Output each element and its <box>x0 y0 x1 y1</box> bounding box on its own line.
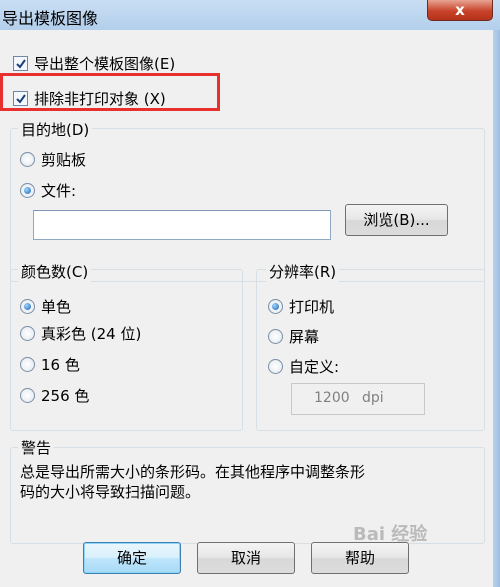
color-option-label: 单色 <box>41 298 72 316</box>
radio-circle[interactable] <box>268 359 283 374</box>
watermark-logo: Bai 经验 <box>353 524 428 545</box>
exclude-nonprint-checkbox[interactable]: 排除非打印对象 (X) <box>13 88 166 109</box>
dpi-field[interactable]: 1200 dpi <box>291 383 425 415</box>
checkbox-box[interactable] <box>13 56 28 71</box>
window-frame <box>493 30 500 587</box>
clipboard-label: 剪贴板 <box>41 151 87 169</box>
resolution-legend: 分辨率(R) <box>266 261 340 282</box>
resolution-option-custom[interactable]: 自定义: <box>268 356 339 377</box>
warning-line: 总是导出所需大小的条形码。在其他程序中调整条形 <box>20 463 366 481</box>
radio-circle[interactable] <box>268 329 283 344</box>
window-title: 导出模板图像 <box>2 9 99 28</box>
resolution-option-label: 屏幕 <box>289 328 320 346</box>
file-label: 文件: <box>41 182 77 200</box>
dialog-body: 导出整个模板图像(E) 排除非打印对象 (X) 目的地(D) 剪贴板 文件: 浏… <box>0 30 493 587</box>
radio-circle[interactable] <box>20 357 35 372</box>
color-option-label: 256 色 <box>41 387 90 405</box>
title-bar: 导出模板图像 x <box>0 0 500 30</box>
cancel-button[interactable]: 取消 <box>197 542 295 574</box>
color-option-256[interactable]: 256 色 <box>20 385 89 406</box>
browse-button[interactable]: 浏览(B)... <box>345 204 448 236</box>
resolution-option-label: 打印机 <box>289 298 335 316</box>
file-radio[interactable]: 文件: <box>20 180 76 201</box>
warning-line: 码的大小将导致扫描问题。 <box>20 483 201 501</box>
colors-legend: 颜色数(C) <box>18 261 92 282</box>
ok-button[interactable]: 确定 <box>83 542 181 574</box>
close-icon: x <box>455 1 465 19</box>
color-option-16[interactable]: 16 色 <box>20 354 80 375</box>
color-option-truecolor[interactable]: 真彩色 (24 位) <box>20 323 141 344</box>
color-option-label: 16 色 <box>41 356 80 374</box>
warning-text: 总是导出所需大小的条形码。在其他程序中调整条形 码的大小将导致扫描问题。 <box>20 462 365 502</box>
dpi-value: 1200 <box>314 390 350 406</box>
destination-legend: 目的地(D) <box>18 119 93 140</box>
checkmark-icon <box>16 94 26 104</box>
export-whole-checkbox[interactable]: 导出整个模板图像(E) <box>13 53 175 74</box>
radio-circle[interactable] <box>20 299 35 314</box>
radio-circle[interactable] <box>268 299 283 314</box>
file-path-input[interactable] <box>33 210 331 240</box>
color-option-label: 真彩色 (24 位) <box>41 325 142 343</box>
resolution-option-printer[interactable]: 打印机 <box>268 296 334 317</box>
radio-circle[interactable] <box>20 326 35 341</box>
resolution-option-label: 自定义: <box>289 358 340 376</box>
checkmark-icon <box>16 59 26 69</box>
export-whole-label: 导出整个模板图像(E) <box>34 55 176 73</box>
radio-circle[interactable] <box>20 388 35 403</box>
colors-group <box>10 269 243 431</box>
exclude-nonprint-label: 排除非打印对象 (X) <box>34 90 166 108</box>
color-option-mono[interactable]: 单色 <box>20 296 71 317</box>
help-button[interactable]: 帮助 <box>311 542 409 574</box>
radio-circle[interactable] <box>20 152 35 167</box>
close-button[interactable]: x <box>427 0 493 21</box>
resolution-option-screen[interactable]: 屏幕 <box>268 326 319 347</box>
dpi-unit: dpi <box>362 390 384 406</box>
clipboard-radio[interactable]: 剪贴板 <box>20 149 86 170</box>
radio-circle[interactable] <box>20 183 35 198</box>
checkbox-box[interactable] <box>13 91 28 106</box>
warning-legend: 警告 <box>18 437 55 458</box>
